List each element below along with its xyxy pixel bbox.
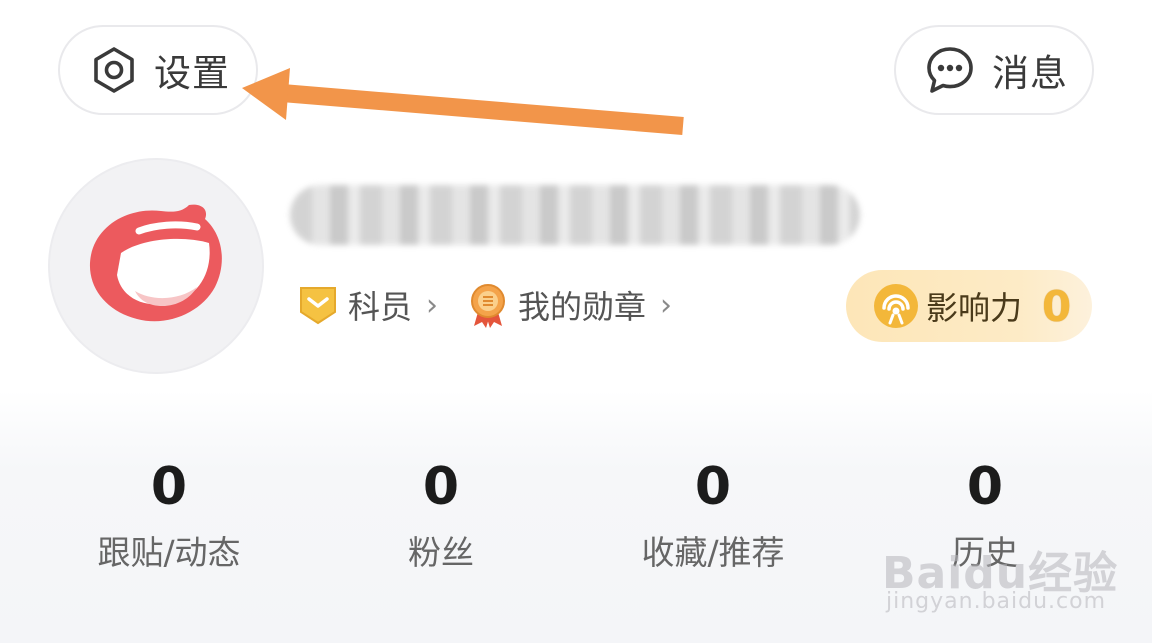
settings-button[interactable]: 设置 xyxy=(58,25,258,115)
baidu-watermark: Baidu经验 jingyan.baidu.com xyxy=(882,515,1132,625)
stat-count: 0 xyxy=(150,457,188,517)
influence-button[interactable]: 影响力 0 xyxy=(846,270,1092,342)
stat-posts[interactable]: 0 跟贴/动态 xyxy=(49,452,289,574)
stat-followers[interactable]: 0 粉丝 xyxy=(321,452,561,574)
stat-count: 0 xyxy=(694,457,732,517)
watermark-url: jingyan.baidu.com xyxy=(886,589,1107,614)
gear-icon xyxy=(90,46,138,94)
medal-icon xyxy=(468,282,508,328)
avatar[interactable] xyxy=(48,158,264,374)
stat-favorites[interactable]: 0 收藏/推荐 xyxy=(593,452,833,574)
chevron-right-icon: › xyxy=(426,287,439,323)
avatar-mascot-icon xyxy=(89,204,222,322)
stat-count: 0 xyxy=(966,457,1004,517)
stat-label: 跟贴/动态 xyxy=(97,533,241,572)
chat-bubble-icon xyxy=(924,44,976,96)
influence-value: 0 xyxy=(1042,281,1072,331)
medals-label: 我的勋章 xyxy=(518,288,647,326)
stat-label: 粉丝 xyxy=(408,533,474,572)
username-redacted xyxy=(290,185,860,245)
stat-label: 收藏/推荐 xyxy=(641,533,785,572)
rank-badge-icon xyxy=(298,284,338,326)
rank-link[interactable]: 科员 › xyxy=(298,282,438,328)
influence-label: 影响力 xyxy=(926,289,1023,327)
chevron-right-icon: › xyxy=(660,287,673,323)
settings-label: 设置 xyxy=(154,52,230,95)
messages-button[interactable]: 消息 xyxy=(894,25,1094,115)
stat-count: 0 xyxy=(422,457,460,517)
medals-link[interactable]: 我的勋章 › xyxy=(468,282,672,328)
influence-signal-icon xyxy=(872,282,920,330)
rank-label: 科员 xyxy=(348,288,413,326)
messages-label: 消息 xyxy=(992,52,1068,95)
